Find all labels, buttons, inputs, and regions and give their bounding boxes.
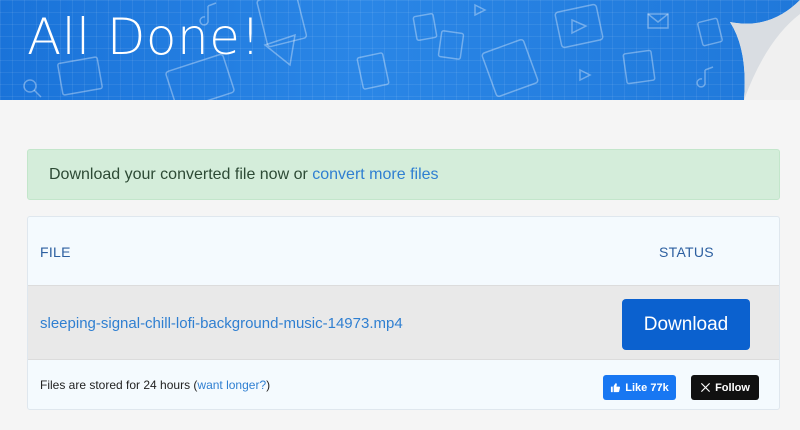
x-logo-icon [701, 382, 711, 393]
storage-text: Files are stored for 24 hours ( [40, 378, 198, 392]
alert-text: Download your converted file now or [49, 166, 313, 183]
follow-label: Follow [715, 381, 750, 394]
column-header-status: STATUS [659, 244, 714, 260]
like-label: Like 77k [625, 381, 669, 394]
page-title: All Done! [27, 8, 261, 66]
download-button[interactable]: Download [622, 299, 750, 350]
x-follow-button[interactable]: Follow [691, 375, 759, 400]
table-row: sleeping-signal-chill-lofi-background-mu… [28, 285, 779, 360]
header-banner: All Done! [0, 0, 800, 100]
column-header-file: FILE [40, 244, 71, 260]
page-curl-decoration [730, 0, 800, 100]
convert-more-files-link[interactable]: convert more files [312, 166, 438, 183]
facebook-like-button[interactable]: Like 77k [603, 375, 676, 400]
success-alert: Download your converted file now or conv… [27, 149, 780, 200]
storage-text-end: ) [266, 378, 271, 392]
file-name-link[interactable]: sleeping-signal-chill-lofi-background-mu… [40, 315, 403, 332]
want-longer-link[interactable]: want longer? [197, 378, 266, 392]
results-table: FILE STATUS sleeping-signal-chill-lofi-b… [27, 216, 780, 410]
storage-info: Files are stored for 24 hours (want long… [40, 378, 270, 392]
thumbs-up-icon [611, 383, 621, 393]
table-header: FILE STATUS [28, 217, 779, 285]
table-footer: Files are stored for 24 hours (want long… [28, 360, 779, 409]
